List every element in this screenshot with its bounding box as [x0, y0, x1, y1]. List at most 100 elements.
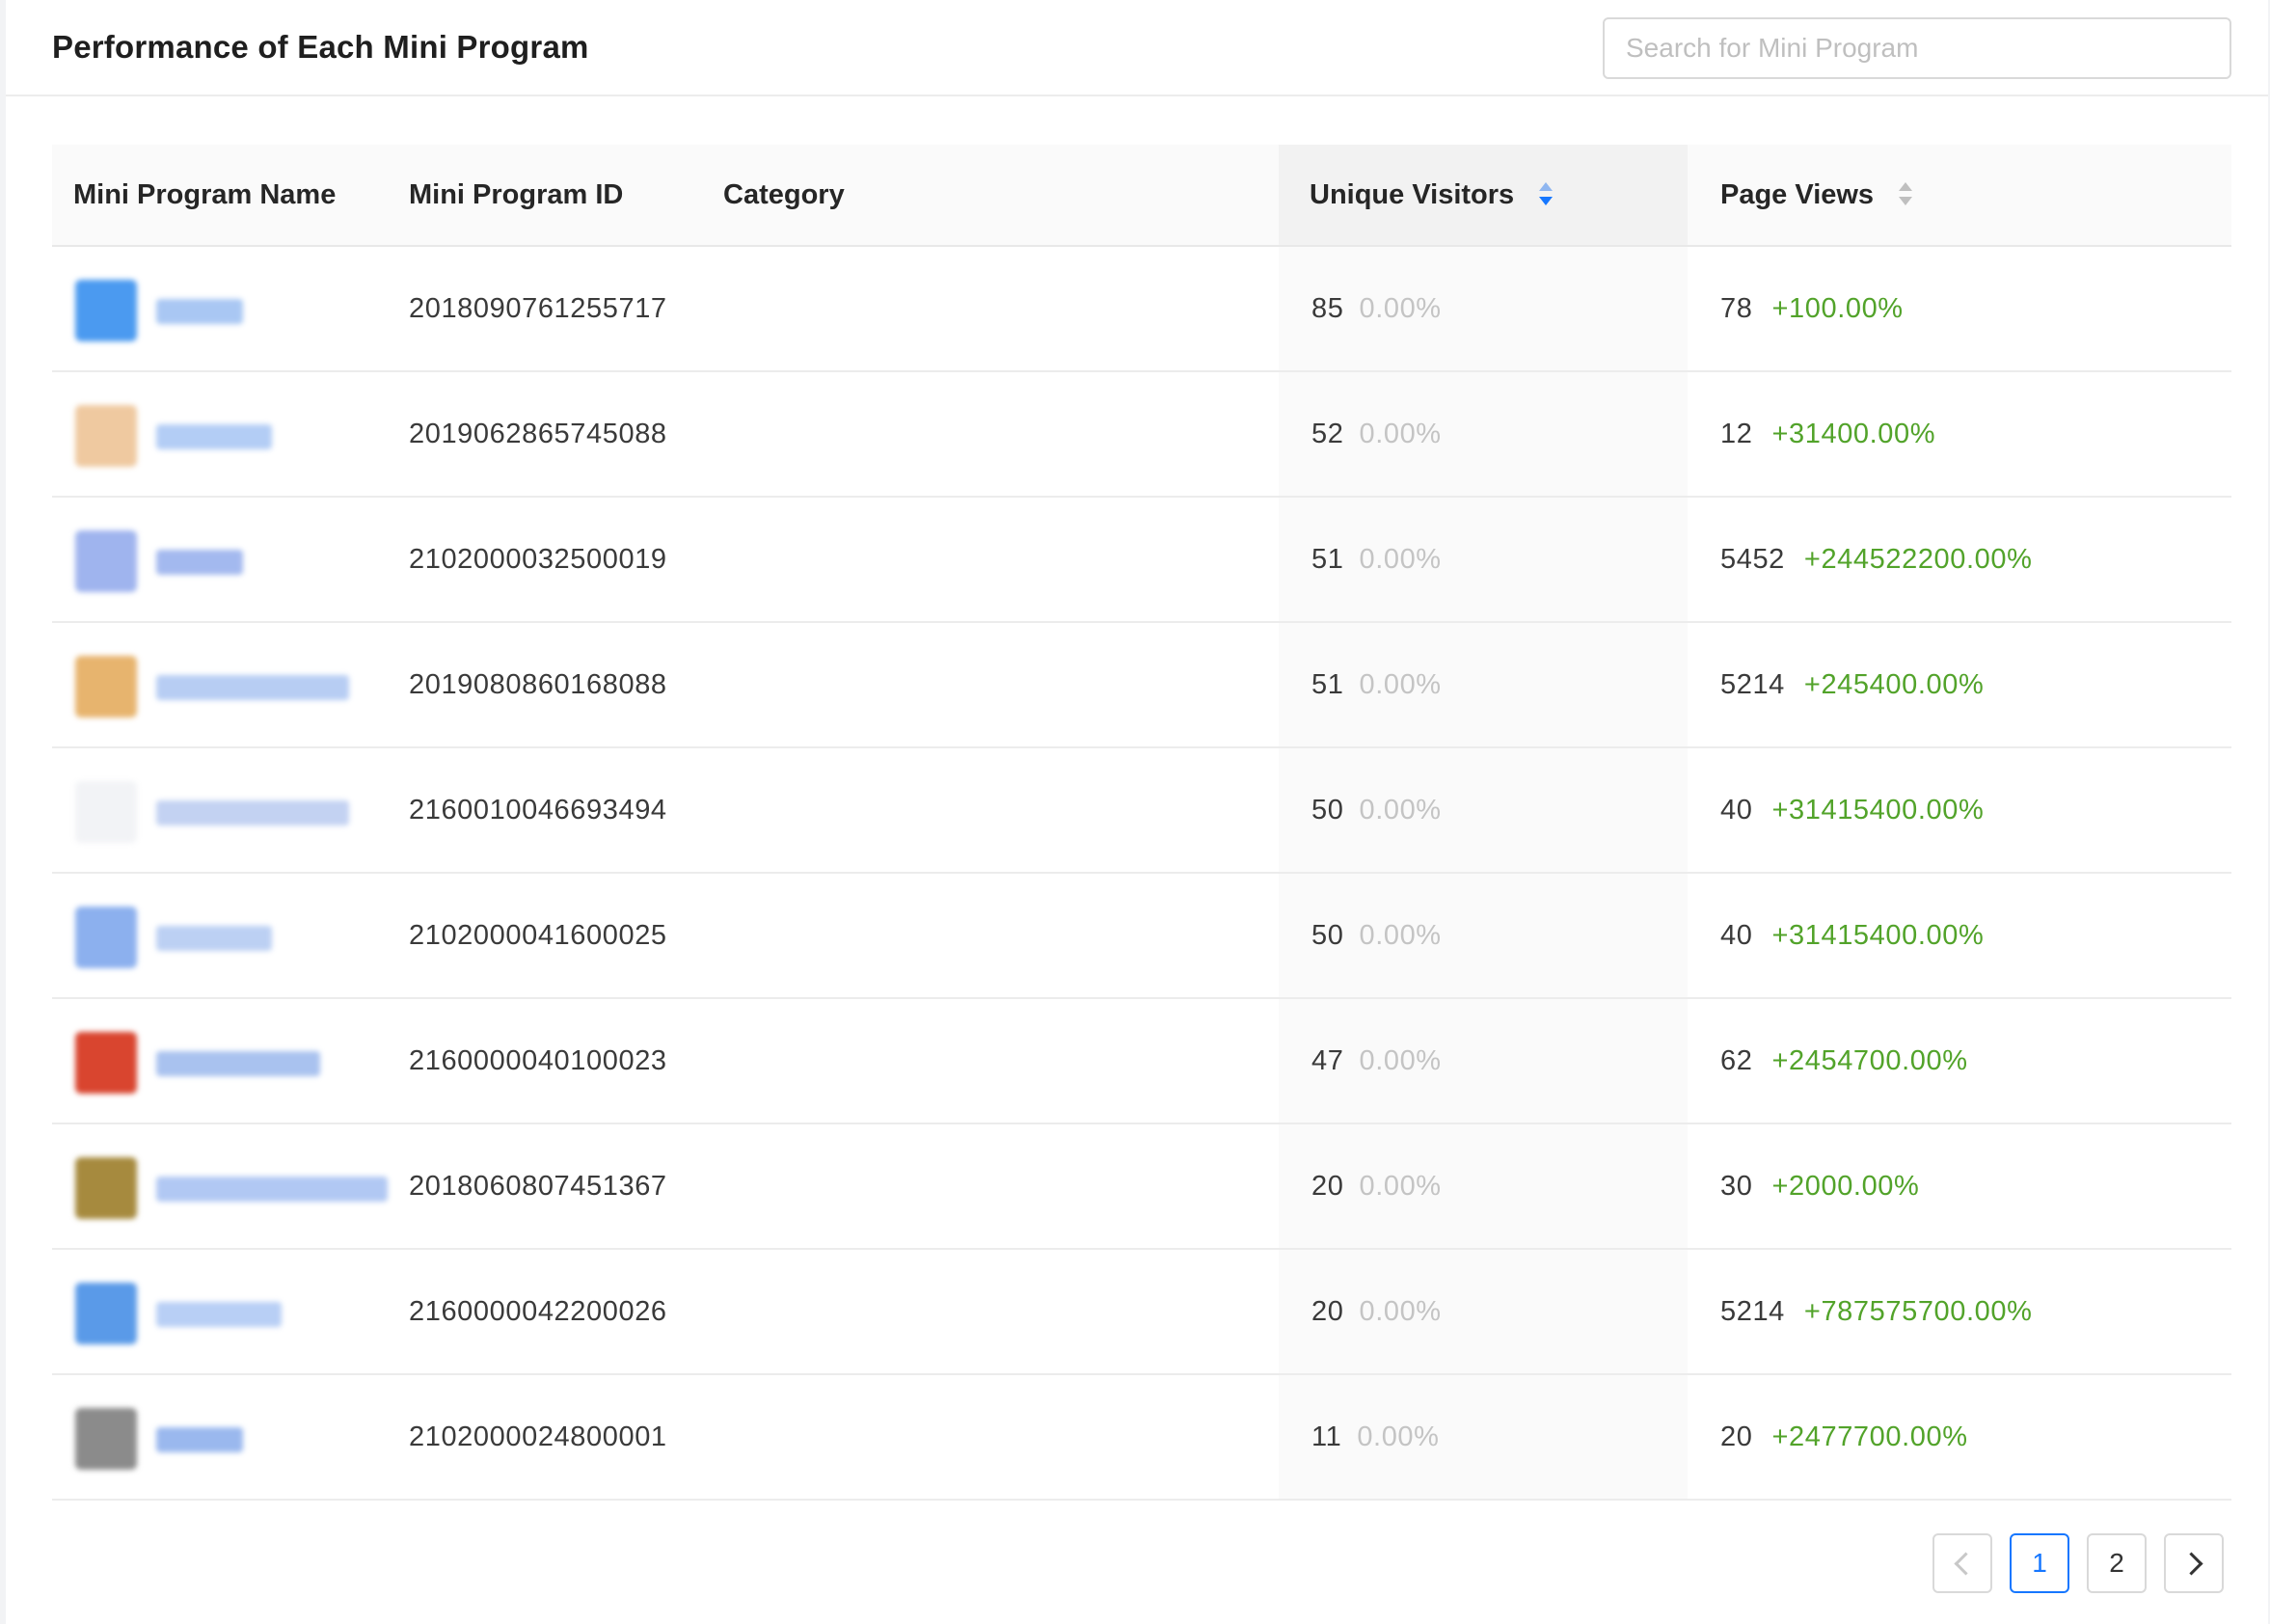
unique-visitors-value: 51	[1311, 669, 1344, 700]
sort-icon[interactable]	[1899, 182, 1913, 206]
unique-visitors-value: 47	[1311, 1045, 1344, 1076]
unique-visitors-change: 0.00%	[1359, 419, 1442, 449]
mini-program-id: 2018060807451367	[409, 1171, 667, 1202]
page-views-value: 5214	[1720, 1296, 1785, 1327]
mini-program-name-redacted[interactable]	[156, 424, 272, 449]
table-row[interactable]: 2102000024800001 11 0.00% 20 +2477700.00%	[52, 1375, 2231, 1501]
column-header-unique-visitors[interactable]: Unique Visitors	[1279, 145, 1688, 245]
page-views-change: +244522200.00%	[1803, 544, 2033, 575]
table-row[interactable]: 2160010046693494 50 0.00% 40 +31415400.00%	[52, 748, 2231, 874]
table-header: Mini Program Name Mini Program ID Catego…	[52, 145, 2231, 247]
mini-program-name-redacted[interactable]	[156, 675, 349, 700]
unique-visitors-cell: 50 0.00%	[1311, 874, 1442, 997]
table-row[interactable]: 2019080860168088 51 0.00% 5214 +245400.00%	[52, 623, 2231, 748]
unique-visitors-change: 0.00%	[1359, 795, 1442, 826]
mini-program-name-redacted[interactable]	[156, 926, 272, 951]
mini-program-id: 2160000042200026	[409, 1296, 667, 1327]
table-row[interactable]: 2160000040100023 47 0.00% 62 +2454700.00%	[52, 999, 2231, 1124]
page-views-cell: 20 +2477700.00%	[1720, 1375, 1968, 1499]
page-views-change: +2477700.00%	[1771, 1421, 1968, 1452]
table-row[interactable]: 2160000042200026 20 0.00% 5214 +787575700.00…	[52, 1250, 2231, 1375]
unique-visitors-cell: 51 0.00%	[1311, 623, 1442, 746]
unique-visitors-value: 85	[1311, 293, 1344, 324]
mini-program-avatar	[75, 1408, 137, 1470]
page-views-cell: 40 +31415400.00%	[1720, 748, 1984, 872]
unique-visitors-cell: 47 0.00%	[1311, 999, 1442, 1123]
page-views-cell: 5452 +244522200.00%	[1720, 498, 2033, 621]
unique-visitors-value: 52	[1311, 419, 1344, 449]
mini-program-name-redacted[interactable]	[156, 1427, 243, 1452]
page-title: Performance of Each Mini Program	[52, 29, 589, 65]
table-row[interactable]: 2102000032500019 51 0.00% 5452 +244522200.00…	[52, 498, 2231, 623]
page-views-change: +245400.00%	[1803, 669, 1985, 700]
pagination-prev-button[interactable]	[1932, 1533, 1992, 1593]
unique-visitors-value: 51	[1311, 544, 1344, 575]
mini-program-avatar	[75, 1032, 137, 1094]
unique-visitors-change: 0.00%	[1359, 920, 1442, 951]
page-views-value: 78	[1720, 293, 1753, 324]
page-views-change: +31415400.00%	[1771, 795, 1985, 826]
mini-program-name-redacted[interactable]	[156, 1302, 282, 1327]
unique-visitors-cell: 20 0.00%	[1311, 1250, 1442, 1373]
page-views-value: 5452	[1720, 544, 1785, 575]
mini-program-avatar	[75, 1157, 137, 1219]
unique-visitors-change: 0.00%	[1359, 1171, 1442, 1202]
page-views-value: 5214	[1720, 669, 1785, 700]
column-header-id: Mini Program ID	[409, 179, 624, 210]
page-views-cell: 78 +100.00%	[1720, 247, 1904, 370]
unique-visitors-change: 0.00%	[1359, 1045, 1442, 1076]
unique-visitors-change: 0.00%	[1359, 293, 1442, 324]
page-views-value: 30	[1720, 1171, 1753, 1202]
unique-visitors-cell: 52 0.00%	[1311, 372, 1442, 496]
mini-program-id: 2102000032500019	[409, 544, 667, 575]
pagination-page-2[interactable]: 2	[2087, 1533, 2147, 1593]
table-body: 2018090761255717 85 0.00% 78 +100.00% 2019062…	[52, 247, 2231, 1501]
unique-visitors-change: 0.00%	[1359, 1296, 1442, 1327]
unique-visitors-value: 20	[1311, 1171, 1344, 1202]
page-views-change: +31400.00%	[1771, 419, 1936, 449]
panel-header: Performance of Each Mini Program	[6, 0, 2268, 96]
table-row[interactable]: 2019062865745088 52 0.00% 12 +31400.00%	[52, 372, 2231, 498]
mini-program-name-redacted[interactable]	[156, 299, 243, 324]
page-views-cell: 12 +31400.00%	[1720, 372, 1935, 496]
table-row[interactable]: 2018090761255717 85 0.00% 78 +100.00%	[52, 247, 2231, 372]
column-header-label: Unique Visitors	[1310, 179, 1515, 210]
page-views-change: +31415400.00%	[1771, 920, 1985, 951]
mini-program-avatar	[75, 907, 137, 968]
column-header-name: Mini Program Name	[73, 179, 337, 210]
column-header-category: Category	[723, 179, 845, 210]
mini-program-avatar	[75, 1283, 137, 1344]
pagination-next-button[interactable]	[2164, 1533, 2224, 1593]
page-views-value: 40	[1720, 920, 1753, 951]
column-header-page-views[interactable]: Page Views	[1720, 145, 1913, 245]
unique-visitors-change: 0.00%	[1357, 1421, 1440, 1452]
page-views-cell: 40 +31415400.00%	[1720, 874, 1984, 997]
unique-visitors-cell: 20 0.00%	[1311, 1124, 1442, 1248]
mini-program-name-redacted[interactable]	[156, 800, 349, 826]
table-row[interactable]: 2102000041600025 50 0.00% 40 +31415400.00%	[52, 874, 2231, 999]
mini-program-name-redacted[interactable]	[156, 1177, 388, 1202]
mini-program-avatar	[75, 405, 137, 467]
unique-visitors-cell: 85 0.00%	[1311, 247, 1442, 370]
sort-icon[interactable]	[1539, 182, 1554, 206]
pagination-page-1[interactable]: 1	[2010, 1533, 2069, 1593]
column-header-label: Page Views	[1720, 179, 1875, 210]
unique-visitors-value: 50	[1311, 920, 1344, 951]
unique-visitors-cell: 11 0.00%	[1311, 1375, 1440, 1499]
mini-program-name-redacted[interactable]	[156, 1051, 320, 1076]
unique-visitors-cell: 50 0.00%	[1311, 748, 1442, 872]
performance-table: Mini Program Name Mini Program ID Catego…	[52, 145, 2231, 1501]
page-views-cell: 5214 +787575700.00%	[1720, 1250, 2033, 1373]
page-views-value: 40	[1720, 795, 1753, 826]
unique-visitors-value: 20	[1311, 1296, 1344, 1327]
page-views-cell: 5214 +245400.00%	[1720, 623, 1984, 746]
mini-program-avatar	[75, 656, 137, 717]
mini-program-name-redacted[interactable]	[156, 550, 243, 575]
unique-visitors-value: 50	[1311, 795, 1344, 826]
table-row[interactable]: 2018060807451367 20 0.00% 30 +2000.00%	[52, 1124, 2231, 1250]
unique-visitors-change: 0.00%	[1359, 669, 1442, 700]
search-input[interactable]	[1603, 17, 2231, 79]
chevron-right-icon	[2178, 1552, 2203, 1576]
page-views-change: +2000.00%	[1771, 1171, 1920, 1202]
unique-visitors-value: 11	[1311, 1421, 1342, 1452]
